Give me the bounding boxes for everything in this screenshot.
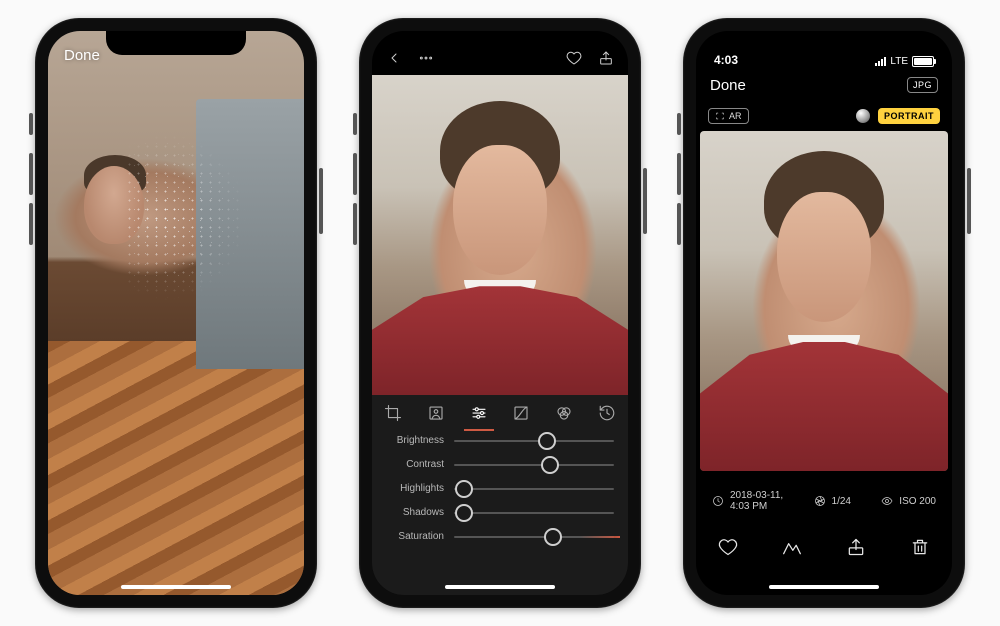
edit-preview-photo	[372, 75, 628, 395]
history-tool-icon[interactable]	[598, 404, 616, 422]
meta-iso: ISO 200	[881, 495, 936, 507]
ar-badge[interactable]: AR	[708, 108, 749, 124]
home-indicator[interactable]	[121, 585, 231, 589]
contrast-slider-row: Contrast	[386, 459, 614, 470]
done-button[interactable]: Done	[710, 77, 746, 94]
edit-button[interactable]	[782, 537, 802, 562]
highlights-slider[interactable]	[454, 488, 614, 490]
brightness-label: Brightness	[386, 435, 444, 446]
back-icon[interactable]	[386, 50, 402, 69]
portrait-badge[interactable]: PORTRAIT	[878, 108, 940, 124]
edit-tool-strip	[372, 395, 628, 431]
phone-device-3: 4:03 LTE Done JPG AR PORTRAIT	[683, 18, 965, 608]
shadows-label: Shadows	[386, 507, 444, 518]
saturation-label: Saturation	[386, 531, 444, 542]
viewer-top-bar: Done JPG	[696, 69, 952, 101]
battery-icon	[912, 56, 934, 67]
adjust-tool-icon[interactable]	[470, 404, 488, 422]
status-time: 4:03	[714, 53, 738, 67]
color-tool-icon[interactable]	[555, 404, 573, 422]
phone1-screen: Done	[48, 31, 304, 595]
phone3-screen: 4:03 LTE Done JPG AR PORTRAIT	[696, 31, 952, 595]
favorite-icon[interactable]	[566, 50, 582, 69]
meta-datetime: 2018-03-11, 4:03 PM	[712, 490, 783, 513]
highlights-label: Highlights	[386, 483, 444, 494]
favorite-button[interactable]	[718, 537, 738, 562]
share-icon[interactable]	[598, 50, 614, 69]
viewer-action-bar	[696, 525, 952, 573]
saturation-slider-row: Saturation	[386, 531, 614, 542]
viewer-tag-bar: AR PORTRAIT	[696, 103, 952, 129]
contrast-label: Contrast	[386, 459, 444, 470]
home-indicator[interactable]	[445, 585, 555, 589]
signal-icon	[875, 57, 886, 66]
shadows-slider[interactable]	[454, 512, 614, 514]
carrier-label: LTE	[890, 56, 908, 67]
brightness-slider[interactable]	[454, 440, 614, 442]
delete-button[interactable]	[910, 537, 930, 562]
viewer-photo[interactable]	[700, 131, 948, 471]
saturation-slider[interactable]	[454, 536, 614, 538]
crop-tool-icon[interactable]	[384, 404, 402, 422]
photo-metadata-bar: 2018-03-11, 4:03 PM 1/24 ISO 200	[696, 483, 952, 519]
format-badge[interactable]: JPG	[907, 77, 938, 93]
ar-preview-photo	[48, 31, 304, 595]
done-button[interactable]: Done	[64, 47, 100, 64]
more-icon[interactable]	[418, 50, 434, 69]
highlights-slider-row: Highlights	[386, 483, 614, 494]
lens-indicator-icon	[856, 109, 870, 123]
brightness-slider-row: Brightness	[386, 435, 614, 446]
share-button[interactable]	[846, 537, 866, 562]
contrast-slider[interactable]	[454, 464, 614, 466]
phone2-screen: Brightness Contrast Highlights Shadows S…	[372, 31, 628, 595]
portrait-depth-tool-icon[interactable]	[427, 404, 445, 422]
ar-particle-effect	[125, 133, 266, 302]
shadows-slider-row: Shadows	[386, 507, 614, 518]
meta-shutter: 1/24	[814, 495, 851, 507]
curves-tool-icon[interactable]	[512, 404, 530, 422]
phone-device-1: Done	[35, 18, 317, 608]
adjustment-sliders: Brightness Contrast Highlights Shadows S…	[372, 431, 628, 595]
phone-device-2: Brightness Contrast Highlights Shadows S…	[359, 18, 641, 608]
home-indicator[interactable]	[769, 585, 879, 589]
